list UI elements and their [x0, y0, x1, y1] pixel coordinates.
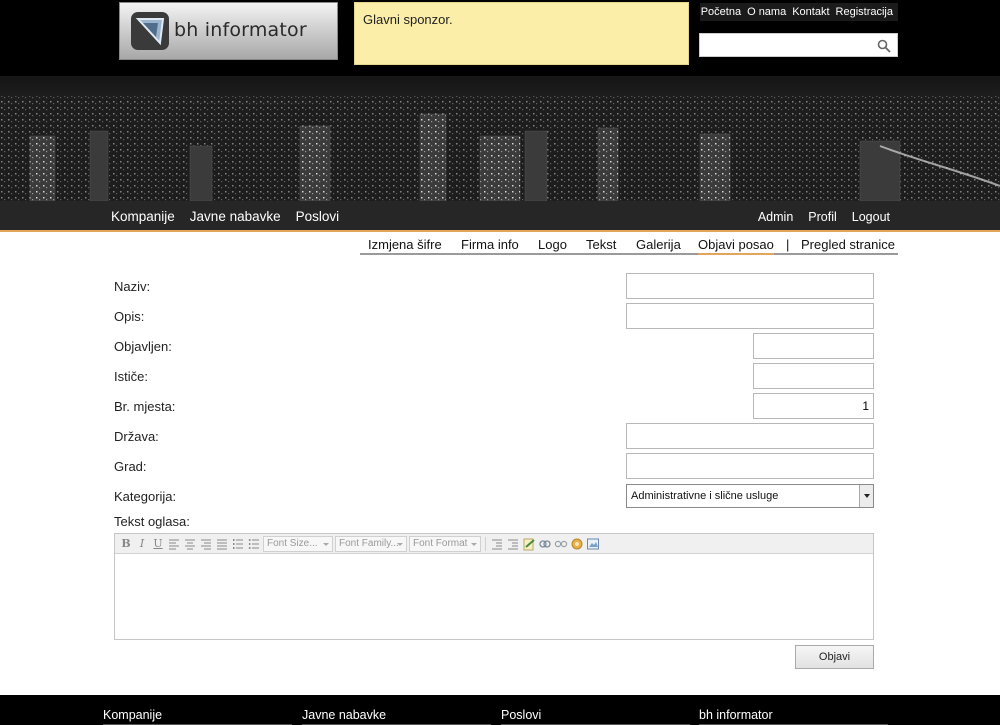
- editor-toolbar: B I U Font Size... Font Family... Font F…: [115, 534, 873, 554]
- tab-logo[interactable]: Logo: [538, 237, 567, 252]
- unordered-list-icon[interactable]: [247, 537, 261, 551]
- tab-separator: |: [786, 237, 790, 252]
- ordered-list-icon[interactable]: [231, 537, 245, 551]
- tekst-oglasa-label: Tekst oglasa:: [114, 514, 190, 529]
- italic-button[interactable]: I: [135, 537, 149, 551]
- outdent-icon[interactable]: [490, 537, 504, 551]
- objavljen-label: Objavljen:: [114, 339, 172, 354]
- anchor-icon[interactable]: [570, 537, 584, 551]
- font-size-dropdown[interactable]: Font Size...: [263, 535, 333, 552]
- unlink-icon[interactable]: [554, 537, 568, 551]
- tab-firma-info[interactable]: Firma info: [461, 237, 519, 252]
- footer-poslovi[interactable]: Poslovi: [501, 708, 690, 725]
- objavljen-input[interactable]: [753, 333, 874, 359]
- main-navigation: Kompanije Javne nabavke Poslovi Admin Pr…: [0, 201, 1000, 232]
- tab-galerija[interactable]: Galerija: [636, 237, 681, 252]
- align-right-icon[interactable]: [199, 537, 213, 551]
- nav-poslovi[interactable]: Poslovi: [296, 209, 340, 224]
- search-icon[interactable]: [877, 39, 891, 53]
- align-justify-icon[interactable]: [215, 537, 229, 551]
- tab-pregled-stranice[interactable]: Pregled stranice: [801, 237, 895, 252]
- search-box: [699, 33, 898, 57]
- sponsor-text: Glavni sponzor.: [363, 12, 453, 27]
- font-family-dropdown[interactable]: Font Family...: [335, 535, 407, 552]
- drzava-input[interactable]: [626, 423, 874, 449]
- tab-objavi-posao[interactable]: Objavi posao: [698, 237, 774, 255]
- rich-text-editor: B I U Font Size... Font Family... Font F…: [114, 533, 874, 640]
- nav-admin[interactable]: Admin: [758, 210, 793, 224]
- grad-label: Grad:: [114, 459, 147, 474]
- opis-label: Opis:: [114, 309, 145, 324]
- top-link-pocetna[interactable]: Početna: [701, 6, 741, 18]
- naziv-label: Naziv:: [114, 279, 151, 294]
- link-icon[interactable]: [538, 537, 552, 551]
- nav-profil[interactable]: Profil: [808, 210, 836, 224]
- drzava-label: Država:: [114, 429, 159, 444]
- logo-text: bh informator: [174, 19, 307, 41]
- istice-input[interactable]: [753, 363, 874, 389]
- bold-button[interactable]: B: [119, 537, 133, 551]
- site-logo[interactable]: bh informator: [119, 2, 338, 60]
- search-input[interactable]: [700, 34, 870, 56]
- edit-source-icon[interactable]: [522, 537, 536, 551]
- logo-triangle-icon: [131, 12, 169, 50]
- top-link-kontakt[interactable]: Kontakt: [792, 6, 829, 18]
- footer-bh-informator[interactable]: bh informator: [699, 708, 888, 725]
- kategorija-label: Kategorija:: [114, 489, 177, 504]
- br-mjesta-label: Br. mjesta:: [114, 399, 176, 414]
- city-banner-image: [0, 76, 1000, 201]
- grad-input[interactable]: [626, 453, 874, 479]
- font-format-dropdown[interactable]: Font Format: [409, 535, 481, 552]
- nav-logout[interactable]: Logout: [852, 210, 890, 224]
- istice-label: Ističe:: [114, 369, 148, 384]
- city-skyline-graphic: [0, 76, 1000, 201]
- objavi-button[interactable]: Objavi: [795, 645, 874, 669]
- underline-button[interactable]: U: [151, 537, 165, 551]
- top-header: bh informator Glavni sponzor. Početna O …: [0, 0, 1000, 76]
- br-mjesta-input[interactable]: [753, 393, 874, 419]
- indent-icon[interactable]: [506, 537, 520, 551]
- opis-input[interactable]: [626, 303, 874, 329]
- kategorija-select[interactable]: Administrativne i slične usluge: [626, 484, 874, 508]
- chevron-down-icon[interactable]: [859, 485, 873, 507]
- insert-image-icon[interactable]: [586, 537, 600, 551]
- footer: Kompanije Javne nabavke Poslovi bh infor…: [0, 695, 1000, 725]
- toolbar-separator: [485, 536, 486, 551]
- align-center-icon[interactable]: [183, 537, 197, 551]
- nav-kompanije[interactable]: Kompanije: [111, 209, 175, 224]
- naziv-input[interactable]: [626, 273, 874, 299]
- top-link-o-nama[interactable]: O nama: [747, 6, 786, 18]
- tab-izmjena-sifre[interactable]: Izmjena šifre: [368, 237, 442, 252]
- align-left-icon[interactable]: [167, 537, 181, 551]
- top-links: Početna O nama Kontakt Registracija: [700, 3, 898, 21]
- footer-kompanije[interactable]: Kompanije: [103, 708, 292, 725]
- footer-javne-nabavke[interactable]: Javne nabavke: [302, 708, 491, 725]
- tab-tekst[interactable]: Tekst: [586, 237, 616, 252]
- top-link-registracija[interactable]: Registracija: [836, 6, 893, 18]
- nav-javne-nabavke[interactable]: Javne nabavke: [190, 209, 281, 224]
- kategorija-selected-value: Administrativne i slične usluge: [631, 490, 779, 502]
- editor-text-area[interactable]: [115, 554, 873, 639]
- sponsor-box: Glavni sponzor.: [354, 2, 689, 65]
- profile-tabs: Izmjena šifre Firma info Logo Tekst Gale…: [360, 237, 898, 255]
